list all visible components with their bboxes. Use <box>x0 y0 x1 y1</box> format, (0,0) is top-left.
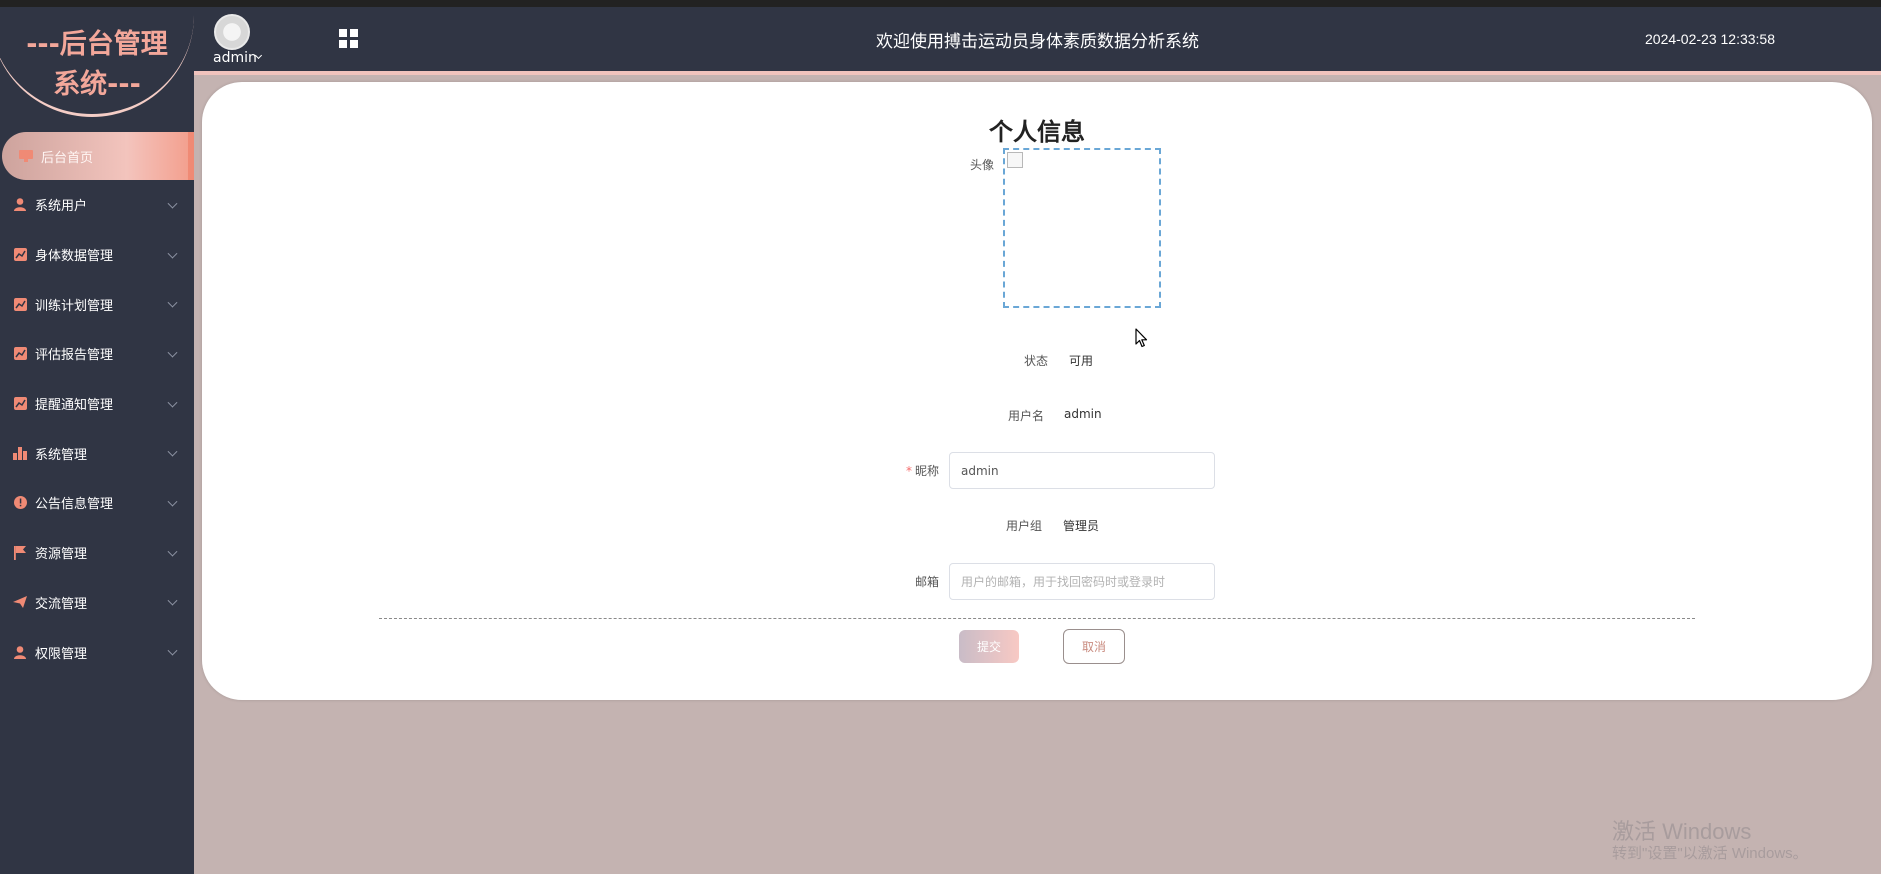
user-menu-name[interactable]: admin <box>213 50 257 66</box>
sidebar-item-label: 训练计划管理 <box>35 298 114 314</box>
sidebar-item-label: 后台首页 <box>41 150 94 166</box>
mouse-cursor-icon <box>1135 328 1148 348</box>
email-label: 邮箱 <box>914 575 939 589</box>
clock: 2024-02-23 12:33:58 <box>1645 31 1775 47</box>
user-icon <box>12 644 28 660</box>
submit-button[interactable]: 提交 <box>959 630 1019 663</box>
chevron-down-icon <box>167 248 178 259</box>
sidebar-item-body-data[interactable]: 身体数据管理 <box>0 230 194 280</box>
grid-menu-icon[interactable] <box>339 29 358 48</box>
nickname-value: admin <box>961 463 999 478</box>
sidebar-item-label: 交流管理 <box>35 596 88 612</box>
sidebar-menu: 后台首页 系统用户 身体数据管理 训练计划管理 评估报告管理 提醒通知管理 系统… <box>0 129 194 677</box>
form-divider <box>379 618 1695 619</box>
sidebar-item-system-users[interactable]: 系统用户 <box>0 180 194 230</box>
email-input[interactable]: 用户的邮箱，用于找回密码时或登录时 <box>949 563 1215 600</box>
sidebar-item-reminders[interactable]: 提醒通知管理 <box>0 379 194 429</box>
broken-image-icon <box>1007 152 1023 168</box>
sidebar-item-communication[interactable]: 交流管理 <box>0 578 194 628</box>
logo-text: ---后台管理 系统--- <box>0 25 194 105</box>
logo: ---后台管理 系统--- <box>0 7 194 121</box>
sidebar-item-label: 系统用户 <box>35 199 88 215</box>
nickname-label-text: 昵称 <box>914 464 939 478</box>
sidebar-item-training-plan[interactable]: 训练计划管理 <box>0 279 194 329</box>
status-label: 状态 <box>1023 354 1048 368</box>
status-value: 可用 <box>1069 354 1094 368</box>
form-title: 个人信息 <box>989 118 1085 146</box>
sidebar-item-assessment-report[interactable]: 评估报告管理 <box>0 329 194 379</box>
nickname-label: * 昵称 <box>882 462 939 479</box>
avatar[interactable] <box>214 14 250 50</box>
chart-icon <box>12 296 28 312</box>
cancel-button[interactable]: 取消 <box>1063 629 1125 664</box>
activation-watermark-subtitle: 转到"设置"以激活 Windows。 <box>1612 845 1808 862</box>
chevron-down-icon <box>167 546 178 557</box>
chevron-down-icon <box>167 446 178 457</box>
monitor-icon <box>18 148 34 164</box>
chevron-down-icon <box>167 595 178 606</box>
sidebar-item-announcements[interactable]: 公告信息管理 <box>0 478 194 528</box>
page-title: 欢迎使用搏击运动员身体素质数据分析系统 <box>876 32 1199 52</box>
sidebar-item-label: 身体数据管理 <box>35 249 114 265</box>
group-label: 用户组 <box>1005 519 1042 533</box>
chevron-down-icon <box>167 198 178 209</box>
info-icon <box>12 495 28 511</box>
username-value: admin <box>1064 407 1102 421</box>
chart-icon <box>12 346 28 362</box>
window-top-strip <box>0 0 1881 7</box>
sidebar-item-permissions[interactable]: 权限管理 <box>0 627 194 677</box>
sidebar-item-system-management[interactable]: 系统管理 <box>0 428 194 478</box>
sidebar-item-label: 公告信息管理 <box>35 497 114 513</box>
email-placeholder: 用户的邮箱，用于找回密码时或登录时 <box>961 575 1166 589</box>
nickname-input[interactable]: admin <box>949 452 1215 489</box>
required-asterisk: * <box>905 464 912 478</box>
chevron-down-icon <box>167 347 178 358</box>
chevron-down-icon <box>167 297 178 308</box>
chevron-down-icon <box>167 397 178 408</box>
sidebar-item-label: 资源管理 <box>35 547 88 563</box>
sidebar: ---后台管理 系统--- 后台首页 系统用户 身体数据管理 训练计划管理 评估… <box>0 7 194 874</box>
send-icon <box>12 594 28 610</box>
profile-card: 个人信息 头像 状态 可用 用户名 admin * 昵称 admin 用户组 管理… <box>202 82 1872 700</box>
chart-icon <box>12 247 28 263</box>
sidebar-item-label: 提醒通知管理 <box>35 398 114 414</box>
avatar-label: 头像 <box>969 158 994 172</box>
bar-chart-icon <box>12 445 28 461</box>
chevron-down-icon <box>167 645 178 656</box>
sidebar-item-resources[interactable]: 资源管理 <box>0 528 194 578</box>
sidebar-item-label: 权限管理 <box>35 646 88 662</box>
chart-icon <box>12 396 28 412</box>
header-underline <box>194 71 1881 75</box>
sidebar-item-home[interactable]: 后台首页 <box>2 132 194 180</box>
avatar-upload[interactable] <box>1003 148 1161 308</box>
logo-line-1: ---后台管理 <box>26 29 168 60</box>
group-value: 管理员 <box>1063 519 1100 533</box>
user-icon <box>12 197 28 213</box>
username-label: 用户名 <box>1007 409 1044 423</box>
sidebar-item-label: 评估报告管理 <box>35 348 114 364</box>
logo-line-2: 系统--- <box>53 69 141 100</box>
flag-icon <box>12 545 28 561</box>
chevron-down-icon <box>167 496 178 507</box>
sidebar-item-label: 系统管理 <box>35 447 88 463</box>
